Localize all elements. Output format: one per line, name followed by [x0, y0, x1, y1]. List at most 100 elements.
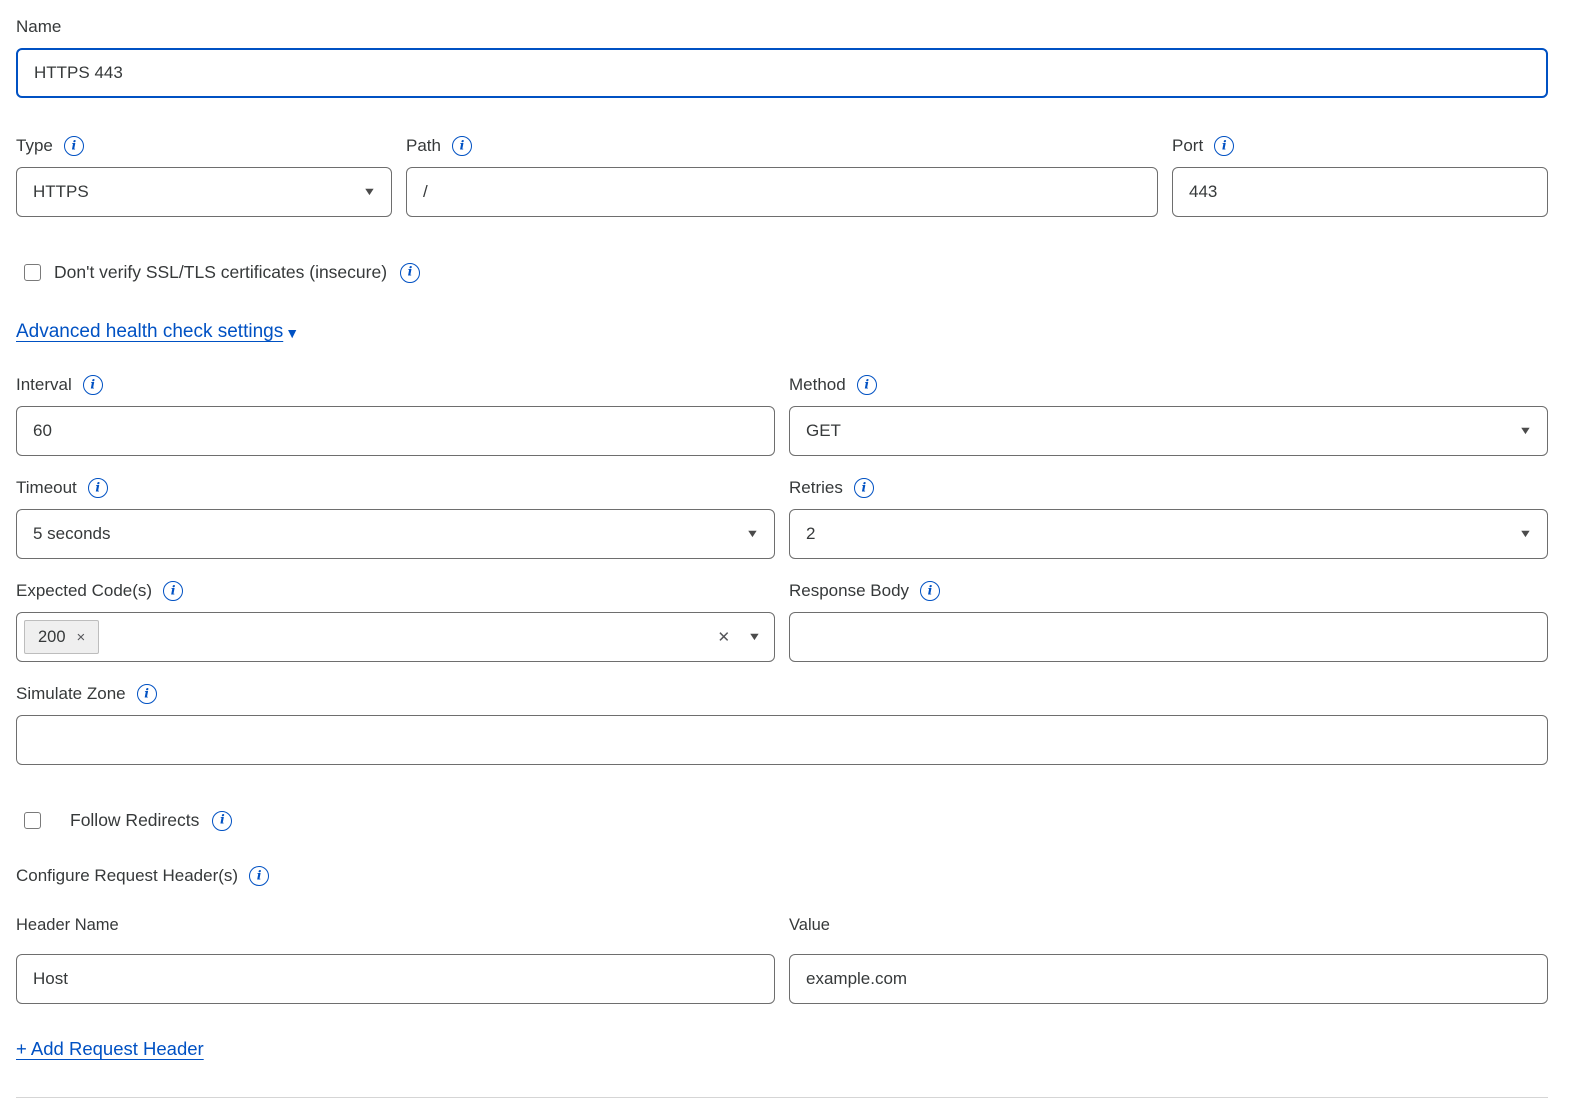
simulate-zone-field: Simulate Zone i [16, 683, 1548, 765]
chevron-down-icon: ▼ [285, 325, 299, 341]
codes-body-row: Expected Code(s) i 200 × ✕ ▼ Response Bo… [16, 580, 1548, 662]
header-value-field: Value [789, 914, 1548, 1004]
response-body-field: Response Body i [789, 580, 1548, 662]
add-request-header-link[interactable]: + Add Request Header [16, 1038, 204, 1060]
method-label-row: Method i [789, 374, 1548, 396]
info-icon[interactable]: i [88, 478, 108, 498]
name-label-row: Name [16, 16, 1548, 38]
type-label-row: Type i [16, 135, 392, 157]
chevron-down-icon: ▼ [747, 632, 761, 643]
request-header-row: Header Name Value [16, 914, 1548, 1004]
code-tag-label: 200 [38, 628, 66, 647]
timeout-select[interactable]: 5 seconds ▼ [16, 509, 775, 559]
expected-codes-label-row: Expected Code(s) i [16, 580, 775, 602]
retries-label-row: Retries i [789, 477, 1548, 499]
path-label: Path [406, 135, 441, 157]
header-value-label-row: Value [789, 914, 1548, 936]
type-path-port-row: Type i HTTPS ▼ Path i Port i [16, 135, 1548, 217]
interval-label-row: Interval i [16, 374, 775, 396]
path-field: Path i [406, 135, 1158, 217]
multiselect-controls: ✕ ▼ [718, 628, 760, 646]
info-icon[interactable]: i [400, 263, 420, 283]
chevron-down-icon: ▼ [362, 187, 376, 198]
timeout-field: Timeout i 5 seconds ▼ [16, 477, 775, 559]
header-name-field: Header Name [16, 914, 775, 1004]
type-select[interactable]: HTTPS ▼ [16, 167, 392, 217]
tag-remove-icon[interactable]: × [77, 629, 86, 646]
request-headers-title-row: Configure Request Header(s) i [16, 865, 1548, 887]
interval-field: Interval i [16, 374, 775, 456]
path-input[interactable] [406, 167, 1158, 217]
type-select-value: HTTPS [33, 182, 89, 202]
ssl-verify-label: Don't verify SSL/TLS certificates (insec… [54, 262, 387, 283]
type-field: Type i HTTPS ▼ [16, 135, 392, 217]
name-label: Name [16, 16, 61, 38]
info-icon[interactable]: i [452, 136, 472, 156]
header-name-label: Header Name [16, 914, 119, 936]
follow-redirects-row: Follow Redirects i [16, 810, 1548, 831]
info-icon[interactable]: i [137, 684, 157, 704]
response-body-label-row: Response Body i [789, 580, 1548, 602]
info-icon[interactable]: i [854, 478, 874, 498]
method-label: Method [789, 374, 846, 396]
info-icon[interactable]: i [83, 375, 103, 395]
port-label: Port [1172, 135, 1203, 157]
code-tag: 200 × [24, 620, 99, 654]
retries-field: Retries i 2 ▼ [789, 477, 1548, 559]
response-body-label: Response Body [789, 580, 909, 602]
retries-select-value: 2 [806, 524, 815, 544]
type-label: Type [16, 135, 53, 157]
timeout-label: Timeout [16, 477, 77, 499]
clear-all-icon[interactable]: ✕ [718, 628, 731, 646]
expected-codes-field: Expected Code(s) i 200 × ✕ ▼ [16, 580, 775, 662]
ssl-verify-checkbox[interactable] [24, 264, 41, 281]
port-input[interactable] [1172, 167, 1548, 217]
advanced-settings-link[interactable]: Advanced health check settings ▼ [16, 321, 299, 343]
info-icon[interactable]: i [1214, 136, 1234, 156]
method-select-value: GET [806, 421, 841, 441]
port-field: Port i [1172, 135, 1548, 217]
info-icon[interactable]: i [163, 581, 183, 601]
follow-redirects-checkbox[interactable] [24, 812, 41, 829]
timeout-retries-row: Timeout i 5 seconds ▼ Retries i 2 ▼ [16, 477, 1548, 559]
header-value-label: Value [789, 914, 830, 936]
advanced-settings-link-label: Advanced health check settings [16, 321, 283, 343]
interval-method-row: Interval i Method i GET ▼ [16, 374, 1548, 456]
info-icon[interactable]: i [212, 811, 232, 831]
port-label-row: Port i [1172, 135, 1548, 157]
expected-codes-label: Expected Code(s) [16, 580, 152, 602]
request-headers-title: Configure Request Header(s) [16, 865, 238, 887]
add-header-row: + Add Request Header [16, 1038, 1548, 1060]
info-icon[interactable]: i [249, 866, 269, 886]
header-name-label-row: Header Name [16, 914, 775, 936]
method-field: Method i GET ▼ [789, 374, 1548, 456]
retries-select[interactable]: 2 ▼ [789, 509, 1548, 559]
health-check-form: Name Type i HTTPS ▼ Path i Port i [0, 0, 1570, 1098]
expected-codes-multiselect[interactable]: 200 × ✕ ▼ [16, 612, 775, 662]
bottom-divider [16, 1097, 1548, 1098]
timeout-label-row: Timeout i [16, 477, 775, 499]
simulate-zone-input[interactable] [16, 715, 1548, 765]
interval-input[interactable] [16, 406, 775, 456]
timeout-select-value: 5 seconds [33, 524, 111, 544]
response-body-input[interactable] [789, 612, 1548, 662]
ssl-verify-checkbox-row: Don't verify SSL/TLS certificates (insec… [16, 262, 1548, 283]
path-label-row: Path i [406, 135, 1158, 157]
simulate-zone-label: Simulate Zone [16, 683, 126, 705]
info-icon[interactable]: i [857, 375, 877, 395]
retries-label: Retries [789, 477, 843, 499]
info-icon[interactable]: i [64, 136, 84, 156]
advanced-settings-row: Advanced health check settings ▼ [16, 321, 1548, 343]
name-input[interactable] [16, 48, 1548, 98]
header-name-input[interactable] [16, 954, 775, 1004]
chevron-down-icon: ▼ [745, 529, 759, 540]
add-request-header-label: + Add Request Header [16, 1038, 204, 1060]
header-value-input[interactable] [789, 954, 1548, 1004]
chevron-down-icon: ▼ [1518, 529, 1532, 540]
chevron-down-icon: ▼ [1518, 426, 1532, 437]
simulate-zone-label-row: Simulate Zone i [16, 683, 1548, 705]
info-icon[interactable]: i [920, 581, 940, 601]
follow-redirects-label: Follow Redirects [70, 810, 199, 831]
interval-label: Interval [16, 374, 72, 396]
method-select[interactable]: GET ▼ [789, 406, 1548, 456]
